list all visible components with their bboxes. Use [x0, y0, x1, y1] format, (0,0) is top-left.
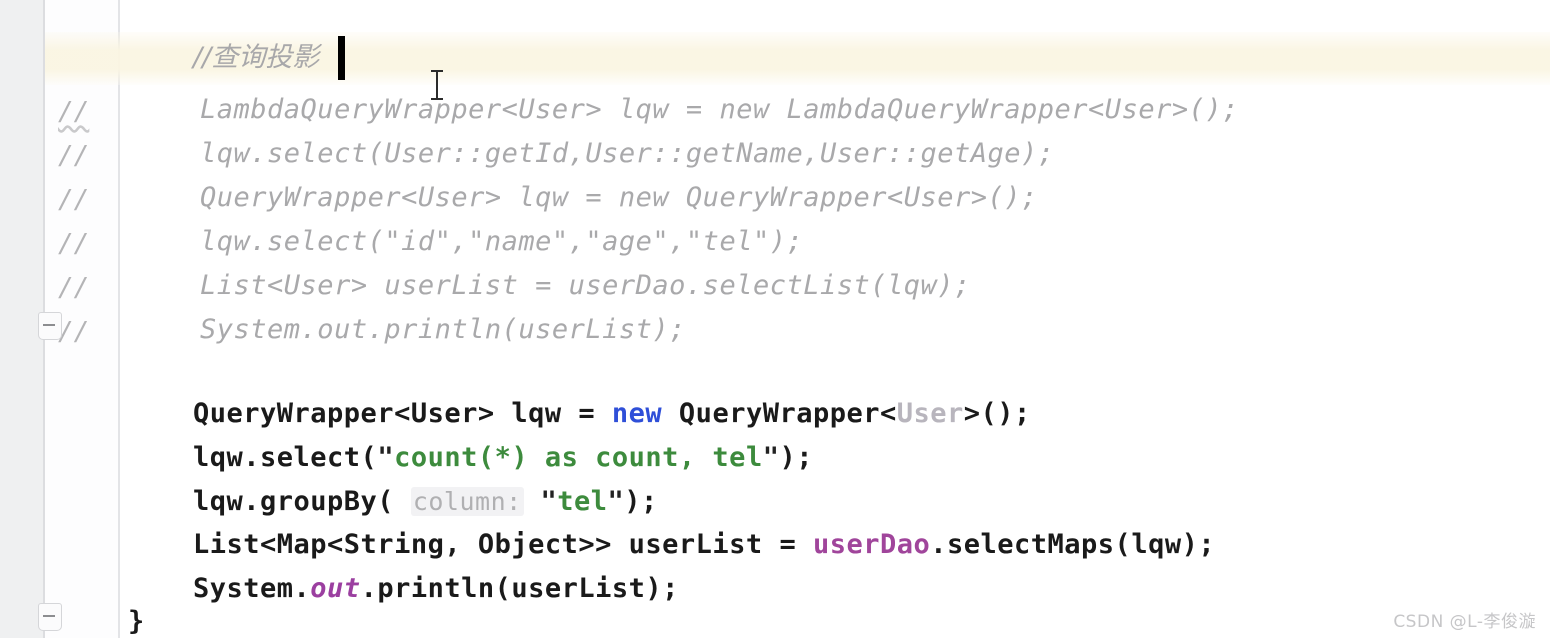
gutter-comment-mark: //: [58, 141, 90, 171]
code-token-string: count(*) as count, tel: [394, 442, 763, 473]
code-token-plain: List<Map<String, Object>> userList =: [193, 529, 813, 560]
code-token-quote: ": [607, 486, 625, 517]
line-select: lqw.select("count(*) as count, tel");: [193, 436, 813, 480]
editor-left-strip: [0, 0, 43, 638]
code-fold-marker[interactable]: [38, 312, 62, 340]
gutter-comment-mark: //: [58, 229, 90, 259]
code-token-field: userDao: [812, 529, 931, 560]
code-token-keyword: new: [611, 398, 663, 429]
code-token-plain: QueryWrapper<: [662, 398, 897, 429]
gutter-comment-mark: //: [58, 185, 90, 215]
commented-code-line: lqw.select("id","name","age","tel");: [133, 226, 804, 257]
closing-brace: }: [128, 606, 145, 637]
code-token-plain: lqw.groupBy(: [193, 486, 411, 517]
gutter-comment-mark: //: [58, 317, 90, 347]
text-caret: [338, 36, 345, 80]
code-token-plain: );: [779, 442, 813, 473]
code-token-quote: ": [762, 442, 780, 473]
comment-header-line: //查询投影: [193, 42, 320, 73]
commented-code-line: LambdaQueryWrapper<User> lqw = new Lambd…: [133, 94, 1239, 125]
code-editor-screenshot: // // // // // // //查询投影 LambdaQueryWrapper<U…: [0, 0, 1550, 638]
code-token-string: tel: [557, 486, 608, 517]
code-token-plain: .selectMaps(lqw);: [930, 529, 1216, 560]
line-querywrapper-decl: QueryWrapper<User> lqw = new QueryWrappe…: [193, 392, 1031, 436]
commented-code-line: QueryWrapper<User> lqw = new QueryWrappe…: [133, 182, 1038, 213]
csdn-watermark: CSDN @L-李俊漩: [1393, 612, 1536, 632]
code-token-quote: ": [377, 442, 395, 473]
gutter-comment-mark: //: [58, 97, 90, 127]
code-token-faded: User: [896, 398, 964, 429]
code-token-quote: ": [540, 486, 558, 517]
line-println: System.out.println(userList);: [193, 567, 679, 611]
code-fold-marker[interactable]: [38, 603, 62, 631]
code-token-plain: System.: [193, 573, 311, 604]
commented-code-line: lqw.select(User::getId,User::getName,Use…: [133, 138, 1055, 169]
line-selectmaps: List<Map<String, Object>> userList = use…: [193, 523, 1215, 567]
code-token-plain: lqw.select(: [193, 442, 378, 473]
code-token-plain: .println(userList);: [360, 573, 679, 604]
code-token-plain: >();: [963, 398, 1031, 429]
code-token-hint: column:: [410, 487, 524, 516]
code-token-plain: QueryWrapper<User> lqw =: [193, 398, 612, 429]
commented-code-line: System.out.println(userList);: [133, 314, 686, 345]
gutter-comment-mark: //: [58, 273, 90, 303]
commented-code-line: List<User> userList = userDao.selectList…: [133, 270, 971, 301]
line-groupby: lqw.groupBy( column: "tel");: [193, 480, 658, 524]
code-token-static: out: [310, 573, 361, 604]
code-token-plain: );: [624, 486, 658, 517]
